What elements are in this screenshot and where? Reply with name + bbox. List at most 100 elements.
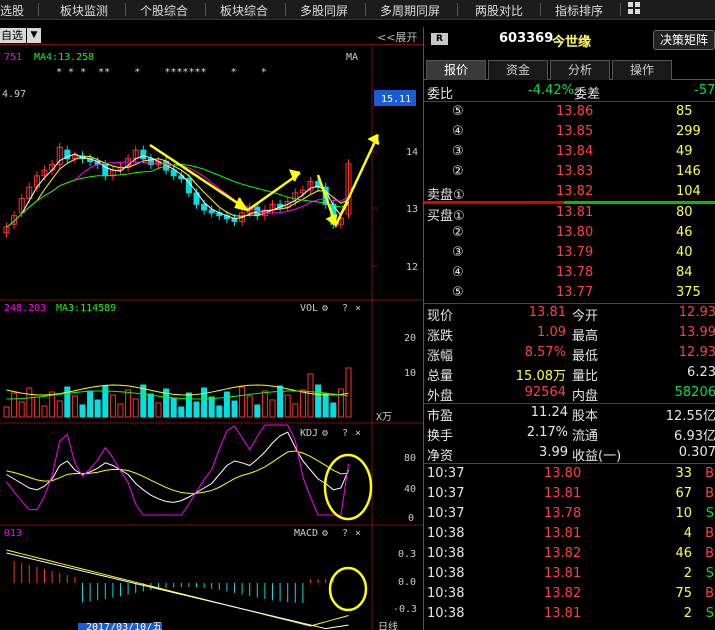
menu-item-sector-overview[interactable]: 板块综合 <box>220 2 268 19</box>
volume-bar <box>26 387 33 418</box>
decision-matrix-button[interactable]: 决策矩阵 <box>653 30 715 50</box>
close-icon[interactable]: × <box>355 528 361 539</box>
order-price: 13.86 <box>556 104 594 119</box>
volume-bar <box>231 400 238 418</box>
volume-bar <box>330 402 337 418</box>
macd-highlight-circle <box>328 566 368 612</box>
close-icon[interactable]: × <box>355 303 361 314</box>
volume-bar <box>208 396 215 418</box>
tick-volume: 46 <box>675 546 692 561</box>
menu-divider <box>457 3 458 16</box>
ask-row: ② 13.83 146 <box>424 163 715 183</box>
tick-volume: 75 <box>675 586 692 601</box>
expand-button[interactable]: <<展开 <box>377 29 417 45</box>
volume-bar <box>223 391 230 418</box>
stat-value: 15.08万 <box>515 369 566 384</box>
tick-volume: 2 <box>683 606 692 621</box>
volume-bar <box>132 398 139 418</box>
price-tick: 14 <box>406 147 418 158</box>
order-volume: 80 <box>676 205 693 220</box>
stat-label: 最高 <box>572 329 599 344</box>
volume-bar <box>185 392 192 418</box>
stat-value: 2.17% <box>526 425 568 440</box>
tick-price: 13.78 <box>544 506 582 521</box>
tick-volume: 67 <box>675 486 692 501</box>
chart-toolbar <box>0 27 423 45</box>
close-icon[interactable]: × <box>355 428 361 439</box>
stat-row: 涨跌 1.09 最高 13.99 <box>424 324 715 344</box>
volume-bar <box>277 385 284 418</box>
stat-label: 量比 <box>572 369 599 384</box>
stat-row: 净资 3.99 收益(一) 0.307 <box>424 444 715 464</box>
gear-icon[interactable]: ⚙ <box>321 303 328 314</box>
stat-row: 外盘 92564 内盘 58206 <box>424 384 715 404</box>
tab-capital[interactable]: 资金 <box>488 60 548 80</box>
macd-title: MACD <box>294 528 318 539</box>
tab-analysis[interactable]: 分析 <box>550 60 610 80</box>
tick-side: B <box>705 546 714 561</box>
volume-bar <box>170 397 177 418</box>
volume-bar <box>261 390 268 418</box>
menu-item-stock-overview[interactable]: 个股综合 <box>140 2 188 19</box>
tick-price: 13.81 <box>544 486 582 501</box>
tab-operation[interactable]: 操作 <box>612 60 672 80</box>
stat-label: 收益(一) <box>572 449 622 464</box>
stat-value: 0.307 <box>678 445 715 460</box>
tick-price: 13.82 <box>544 586 582 601</box>
stat-row: 涨幅 8.57% 最低 12.93 <box>424 344 715 364</box>
quote-header: R 603369 今世缘 决策矩阵 <box>424 27 715 52</box>
chevron-down-icon[interactable]: ▼ <box>27 28 41 43</box>
gear-icon[interactable]: ⚙ <box>321 528 328 539</box>
quote-panel: R 603369 今世缘 决策矩阵 报价 资金 分析 操作 委比 -4.42% … <box>423 27 715 630</box>
bid-row: ④ 13.78 84 <box>424 264 715 284</box>
stat-row: 现价 13.81 今开 12.93 <box>424 304 715 324</box>
stat-row: 换手 2.17% 流通 6.93亿 <box>424 424 715 444</box>
menu-item-indicator-rank[interactable]: 指标排序 <box>555 2 603 19</box>
quote-tabs: 报价 资金 分析 操作 <box>424 60 715 80</box>
stat-value: 8.57% <box>524 345 566 360</box>
order-price: 13.77 <box>556 285 594 300</box>
current-price-badge-text: 15.11 <box>381 94 411 105</box>
kdj-lines <box>6 424 349 516</box>
stat-value: 12.55亿 <box>665 409 715 424</box>
menu-divider <box>540 3 541 16</box>
tick-price: 13.82 <box>544 546 582 561</box>
weibi-label: 委比 <box>427 87 454 102</box>
menu-divider <box>38 3 39 16</box>
ask-row: ④ 13.85 299 <box>424 123 715 143</box>
menu-item-sector-monitor[interactable]: 板块监测 <box>60 2 108 19</box>
help-icon[interactable]: ? <box>342 428 348 439</box>
menu-divider <box>620 3 621 16</box>
volume-bar <box>71 395 78 418</box>
tick-price: 13.81 <box>544 526 582 541</box>
order-volume: 85 <box>676 104 693 119</box>
order-price: 13.83 <box>556 164 594 179</box>
order-level-index: ③ <box>452 144 464 159</box>
tab-quote[interactable]: 报价 <box>426 60 486 80</box>
menu-item-xuangu[interactable]: 选股 <box>0 2 24 19</box>
candlestick-series <box>3 142 352 238</box>
bid-row: ② 13.80 46 <box>424 224 715 244</box>
ma4-label: MA4:13.258 <box>34 52 94 63</box>
volume-bar <box>3 406 10 418</box>
order-level-index: ② <box>452 164 464 179</box>
tick-row: 10:38 13.82 46 B <box>424 545 715 565</box>
gear-icon[interactable]: ⚙ <box>321 428 328 439</box>
add-layout-icon[interactable] <box>628 2 642 16</box>
tick-row: 10:38 13.82 75 B <box>424 585 715 605</box>
price-tick: 13 <box>406 204 418 215</box>
moving-average-lines <box>6 153 349 228</box>
macd-value-label: 013 <box>4 528 22 539</box>
order-level-index: ④ <box>452 265 464 280</box>
help-icon[interactable]: ? <box>342 528 348 539</box>
menu-item-compare[interactable]: 两股对比 <box>475 2 523 19</box>
help-icon[interactable]: ? <box>342 303 348 314</box>
watchlist-select[interactable]: 自选 <box>0 28 26 43</box>
kline-chart-area[interactable]: 751 MA4:13.258 MA * * * ** * ******* * *… <box>0 45 423 630</box>
menu-item-multi-period[interactable]: 多周期同屏 <box>380 2 440 19</box>
volume-bar <box>18 401 25 418</box>
menu-item-multi-stock[interactable]: 多股同屏 <box>300 2 348 19</box>
tick-time: 10:38 <box>427 546 465 561</box>
vol-tick: 10 <box>404 368 416 379</box>
weicha-label: 委差 <box>574 87 601 102</box>
